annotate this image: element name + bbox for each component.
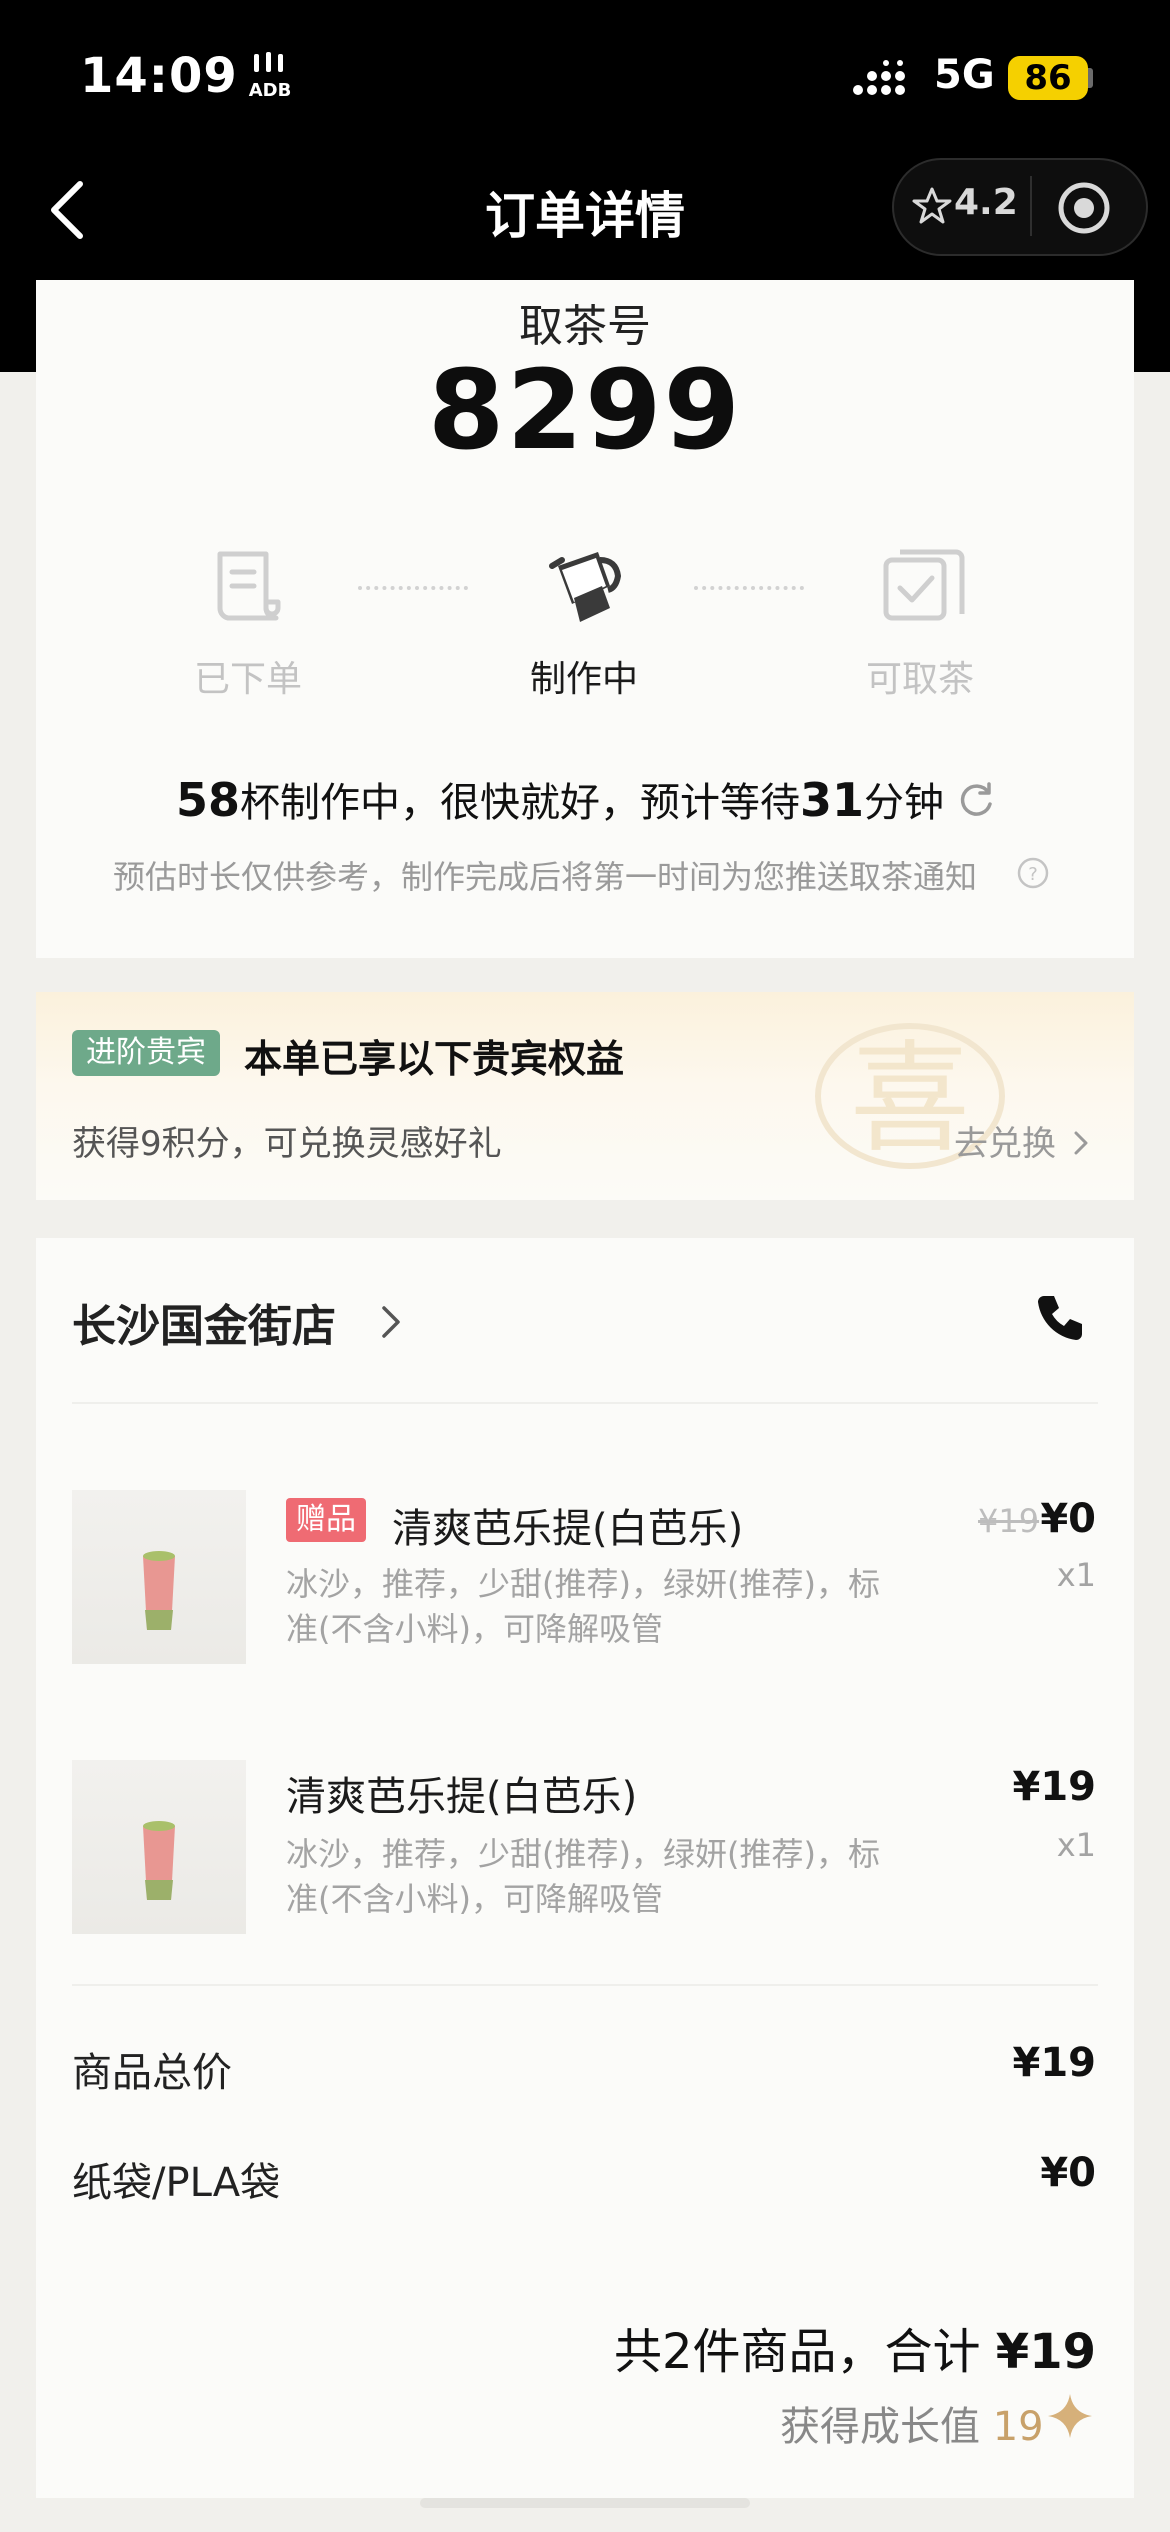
item-price: ¥0 — [1040, 1496, 1096, 1542]
pitcher-icon — [549, 552, 622, 622]
chevron-right-icon — [1074, 1131, 1088, 1155]
chevron-right-icon[interactable] — [376, 1300, 406, 1344]
receipt-icon — [217, 551, 281, 621]
bag-value: ¥0 — [1040, 2150, 1096, 2196]
item-desc: 冰沙，推荐，少甜(推荐)，绿妍(推荐)，标准(不含小料)，可降解吸管 — [286, 1565, 880, 1648]
pickup-label: 取茶号 — [519, 301, 651, 352]
rating-value[interactable]: 4.2 — [954, 182, 1018, 223]
bag-label: 纸袋/PLA袋 — [72, 2160, 281, 2206]
checklist-icon — [883, 549, 965, 621]
help-icon[interactable]: ? — [1016, 856, 1050, 890]
vip-subtitle: 获得9积分，可兑换灵感好礼 — [72, 1124, 502, 1164]
step-label-ordered: 已下单 — [193, 659, 302, 700]
product-image[interactable] — [72, 1490, 246, 1664]
gift-tag: 赠品 — [286, 1498, 366, 1542]
sparkle-icon — [1048, 2394, 1092, 2438]
goods-total-value: ¥19 — [1012, 2040, 1097, 2086]
pickup-number: 8299 — [427, 346, 743, 474]
refresh-icon[interactable] — [956, 780, 996, 820]
svg-text:?: ? — [1028, 864, 1038, 885]
growth-value: 19 — [992, 2404, 1044, 2450]
item-old-price: ¥19 — [978, 1502, 1040, 1540]
drink-cup-icon — [143, 1551, 175, 1630]
goods-total-label: 商品总价 — [72, 2050, 232, 2096]
wait-text-2: 分钟 — [864, 780, 945, 826]
star-icon[interactable] — [912, 186, 952, 226]
drink-cup-icon — [143, 1821, 175, 1900]
battery-tip — [1088, 68, 1093, 88]
wait-text-1: 杯制作中，很快就好，预计等待 — [240, 780, 800, 826]
item-qty: x1 — [1056, 1826, 1096, 1864]
item-name: 清爽芭乐提(白芭乐) — [392, 1506, 744, 1552]
divider — [72, 1984, 1098, 1986]
total-prefix: 共2件商品，合计 — [613, 2324, 981, 2380]
signal-icon — [853, 60, 905, 95]
growth-points: 获得成长值 19 — [780, 2394, 1044, 2452]
vip-title: 本单已享以下贵宾权益 — [244, 1037, 625, 1081]
capsule-divider — [1030, 176, 1032, 236]
item-qty: x1 — [1056, 1556, 1096, 1594]
store-name[interactable]: 长沙国金街店 — [72, 1290, 336, 1354]
seal-char: 喜 — [850, 1030, 970, 1169]
product-image[interactable] — [72, 1760, 246, 1934]
item-price: ¥19 — [1012, 1764, 1097, 1810]
step-connector — [358, 586, 468, 590]
step-connector — [694, 586, 804, 590]
item-desc: 冰沙，推荐，少甜(推荐)，绿妍(推荐)，标准(不含小料)，可降解吸管 — [286, 1835, 880, 1918]
cups-count: 58 — [175, 773, 240, 827]
status-time: 14:09 — [80, 48, 238, 104]
wait-note: 预估时长仅供参考，制作完成后将第一时间为您推送取茶通知 — [112, 858, 977, 896]
target-close-icon[interactable] — [1056, 180, 1112, 236]
redeem-link[interactable]: 去兑换 — [954, 1116, 1091, 1165]
divider — [72, 1402, 1098, 1404]
growth-label: 获得成长值 — [780, 2404, 980, 2450]
step-label-ready: 可取茶 — [865, 659, 974, 700]
rabbit-icon-text: ADB — [249, 80, 292, 100]
phone-icon[interactable] — [1030, 1290, 1088, 1348]
order-total: 共2件商品，合计 ¥19 — [614, 2312, 1096, 2382]
battery-icon: 86 — [1008, 56, 1088, 100]
wait-status: 58杯制作中，很快就好，预计等待31分钟 — [0, 770, 1120, 828]
rabbit-icon: ADB — [249, 52, 292, 100]
vip-badge: 进阶贵宾 — [72, 1030, 220, 1076]
network-type: 5G — [934, 52, 995, 98]
item-name: 清爽芭乐提(白芭乐) — [286, 1774, 638, 1820]
step-label-making: 制作中 — [529, 659, 638, 700]
redeem-link-label[interactable]: 去兑换 — [954, 1124, 1056, 1164]
wait-minutes: 31 — [800, 773, 865, 827]
total-value: ¥19 — [995, 2324, 1096, 2380]
seal-watermark: 喜 — [815, 1023, 1005, 1169]
home-indicator — [420, 2498, 750, 2508]
